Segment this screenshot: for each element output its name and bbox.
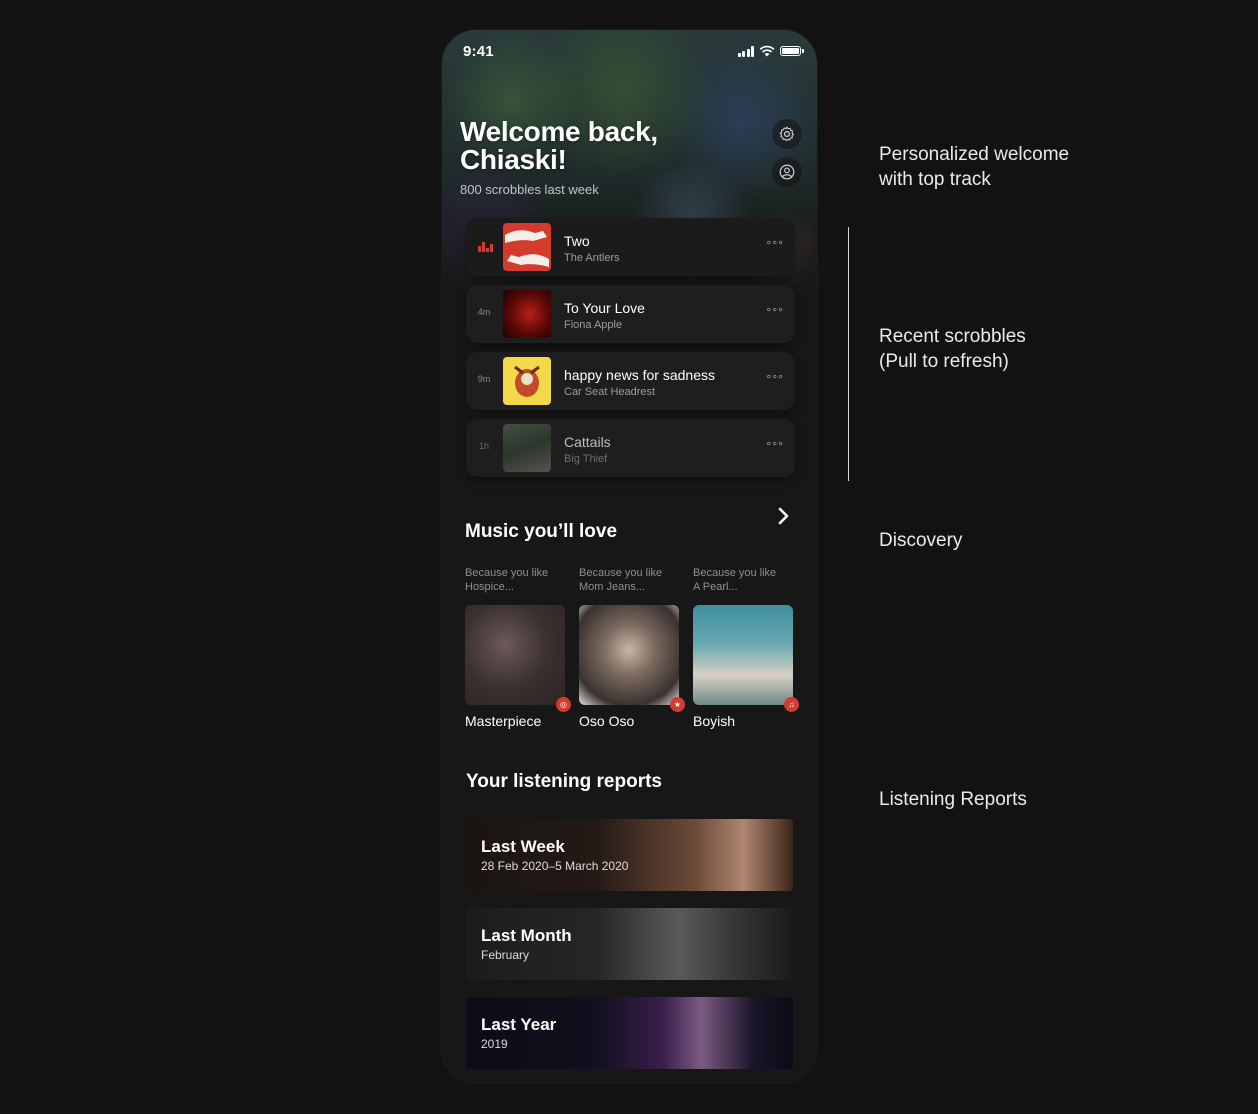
- reason-line: Because you like: [579, 567, 663, 579]
- report-card-last-year[interactable]: Last Year 2019: [466, 997, 793, 1069]
- report-title: Last Year: [481, 1015, 557, 1034]
- recommendation-card[interactable]: Because you like Hospice... ◎ Masterpiec…: [465, 566, 571, 729]
- recommendation-reason: Because you like A Pearl...: [693, 566, 793, 596]
- scrobbles-summary: 800 scrobbles last week: [460, 182, 599, 197]
- gear-icon: [779, 126, 795, 142]
- track-artist: Big Thief: [564, 453, 608, 465]
- report-subtitle: 2019: [481, 1037, 508, 1051]
- recommendation-reason: Because you like Hospice...: [465, 566, 565, 596]
- scrobble-item[interactable]: 4m To Your Love Fiona Apple ∘∘∘: [466, 285, 795, 343]
- signal-icon: [737, 45, 754, 57]
- track-artist: The Antlers: [564, 252, 620, 264]
- music-note-icon: ♫: [784, 697, 799, 712]
- battery-icon: [780, 46, 804, 56]
- more-options-icon[interactable]: ∘∘∘: [765, 437, 784, 450]
- wifi-icon: [759, 45, 775, 57]
- recommendation-name: Oso Oso: [579, 713, 635, 729]
- scrobble-time: 9m: [477, 374, 491, 384]
- annotation-welcome: Personalized welcome with top track: [879, 142, 1069, 192]
- annotation-line: Recent scrobbles: [879, 326, 1026, 347]
- scrobble-item[interactable]: Two The Antlers ∘∘∘: [466, 218, 795, 276]
- reason-line: Because you like: [465, 567, 549, 579]
- scrobble-time: 4m: [477, 307, 491, 317]
- track-title: Two: [564, 233, 590, 249]
- welcome-user-name: Chiaski!: [460, 144, 567, 175]
- reason-line: Because you like: [693, 567, 777, 579]
- scrobble-item[interactable]: 9m happy news for sadness Car Seat Headr…: [466, 352, 795, 410]
- reason-artist: Mom Jeans...: [579, 581, 646, 593]
- track-title: To Your Love: [564, 300, 645, 316]
- recommendation-reason: Because you like Mom Jeans...: [579, 566, 679, 596]
- recommendation-card[interactable]: Because you like A Pearl... ♫ Boyish: [693, 566, 799, 729]
- welcome-heading: Welcome back, Chiaski!: [460, 118, 658, 174]
- settings-button[interactable]: [772, 119, 802, 149]
- report-title: Last Month: [481, 926, 572, 945]
- status-icons: [737, 45, 804, 57]
- album-cover: [503, 223, 551, 271]
- report-subtitle: 28 Feb 2020–5 March 2020: [481, 859, 629, 873]
- annotation-line: Personalized welcome: [879, 144, 1070, 165]
- reports-title: Your listening reports: [466, 771, 663, 792]
- profile-button[interactable]: [772, 157, 802, 187]
- recommendation-name: Masterpiece: [465, 713, 542, 729]
- reason-artist: A Pearl...: [693, 581, 738, 593]
- recommendation-card[interactable]: Because you like Mom Jeans... ★ Oso Oso: [579, 566, 685, 729]
- discovery-title: Music you’ll love: [465, 521, 618, 542]
- more-options-icon[interactable]: ∘∘∘: [765, 236, 784, 249]
- annotation-line: with top track: [879, 169, 991, 190]
- scrobble-time: 1h: [478, 441, 489, 451]
- scrobble-item[interactable]: 1h Cattails Big Thief ∘∘∘: [466, 419, 795, 477]
- annotation-line: (Pull to refresh): [879, 351, 1009, 372]
- track-artist: Car Seat Headrest: [564, 386, 656, 398]
- album-art: ★: [579, 605, 685, 712]
- track-artist: Fiona Apple: [564, 319, 623, 331]
- welcome-line-1: Welcome back,: [460, 116, 658, 147]
- user-icon: [779, 164, 795, 180]
- vinyl-icon: ◎: [556, 697, 571, 712]
- now-playing-icon: [478, 242, 493, 252]
- bracket-line: [848, 227, 849, 481]
- more-options-icon[interactable]: ∘∘∘: [765, 303, 784, 316]
- star-icon: ★: [670, 697, 685, 712]
- report-card-last-week[interactable]: Last Week 28 Feb 2020–5 March 2020: [466, 819, 793, 891]
- track-title: Cattails: [564, 434, 611, 450]
- report-subtitle: February: [481, 948, 530, 962]
- annotation-reports: Listening Reports: [879, 789, 1027, 810]
- phone-screen: 9:41 Welcome back, Chiaski! 800 scrobble…: [442, 30, 817, 1083]
- recommendation-name: Boyish: [693, 713, 736, 729]
- annotation-discovery: Discovery: [879, 530, 963, 551]
- track-title: happy news for sadness: [564, 367, 715, 383]
- report-title: Last Week: [481, 837, 565, 856]
- album-art: ♫: [693, 605, 799, 712]
- album-cover: [503, 424, 551, 472]
- more-options-icon[interactable]: ∘∘∘: [765, 370, 784, 383]
- reason-artist: Hospice...: [465, 581, 514, 593]
- album-cover: [503, 357, 551, 405]
- chevron-right-icon[interactable]: [776, 507, 790, 525]
- report-card-last-month[interactable]: Last Month February: [466, 908, 793, 980]
- album-art: ◎: [465, 605, 571, 712]
- album-cover: [503, 290, 551, 338]
- annotation-recent: Recent scrobbles (Pull to refresh): [879, 324, 1026, 374]
- status-time: 9:41: [463, 43, 494, 60]
